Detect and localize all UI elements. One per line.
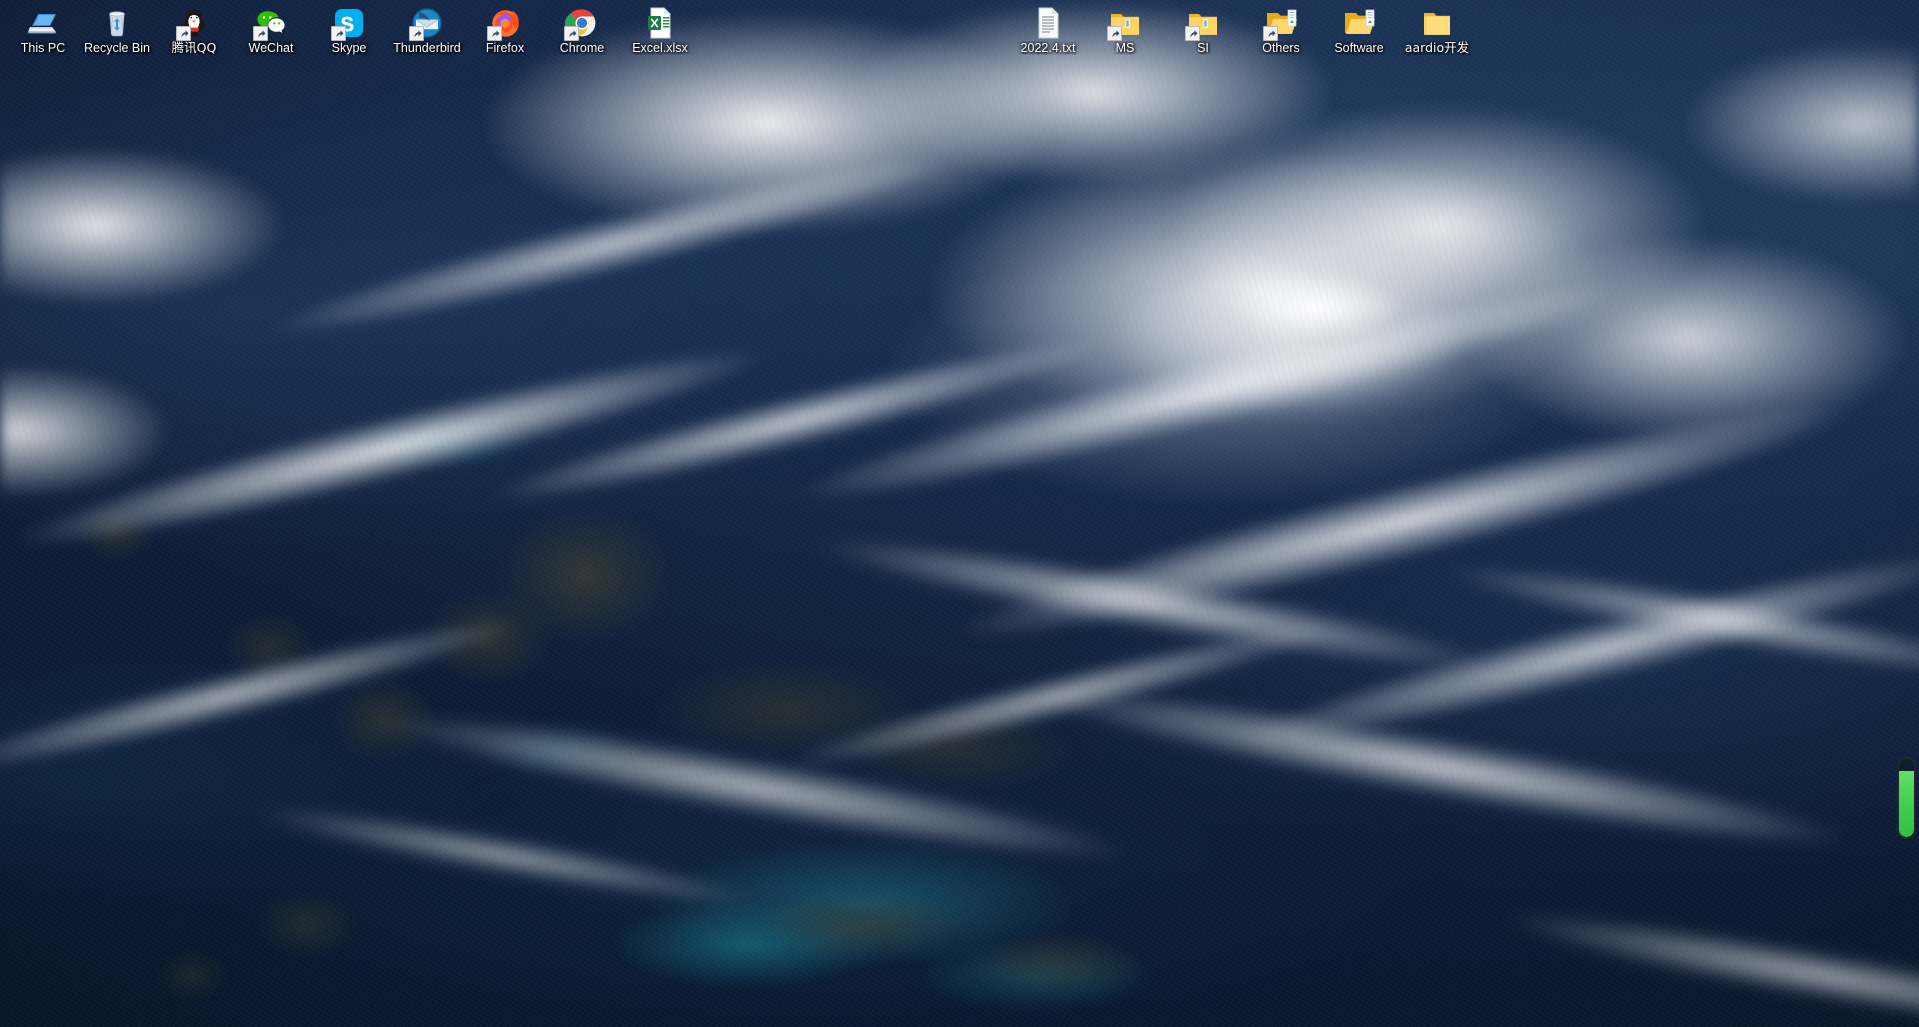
shortcut-arrow-icon: [331, 26, 346, 41]
text-file-icon: [1031, 6, 1065, 40]
desktop-icon-label: Thunderbird: [388, 41, 466, 55]
desktop-icon-aardio[interactable]: aardio开发: [1398, 4, 1476, 55]
shortcut-arrow-icon: [564, 26, 579, 41]
desktop-icon-chrome[interactable]: Chrome: [543, 4, 621, 55]
desktop-icon-label: WeChat: [232, 41, 310, 55]
excel-file-icon: [643, 6, 677, 40]
desktop-icon-label: Recycle Bin: [78, 41, 156, 55]
desktop-icon-ms[interactable]: MS: [1086, 4, 1164, 55]
folder-open-icon: [1342, 6, 1376, 40]
desktop-icon-label: Excel.xlsx: [621, 41, 699, 55]
thunderbird-icon: [410, 6, 444, 40]
shortcut-arrow-icon: [487, 26, 502, 41]
this-pc-icon: [26, 6, 60, 40]
desktop-icon-label: MS: [1086, 41, 1164, 55]
wechat-icon: [254, 6, 288, 40]
desktop-icon-qq[interactable]: 腾讯QQ: [155, 4, 233, 55]
desktop-icon-thunderbird[interactable]: Thunderbird: [388, 4, 466, 55]
desktop[interactable]: This PC Recycle Bin 腾讯QQ WeChat Skype Th…: [0, 0, 1919, 1027]
desktop-icon-label: Skype: [310, 41, 388, 55]
desktop-icon-label: aardio开发: [1398, 41, 1476, 55]
desktop-icon-software[interactable]: Software: [1320, 4, 1398, 55]
desktop-icon-label: 2022.4.txt: [1009, 41, 1087, 55]
desktop-icon-skype[interactable]: Skype: [310, 4, 388, 55]
volume-level-fill: [1899, 771, 1914, 837]
desktop-icon-firefox[interactable]: Firefox: [466, 4, 544, 55]
tencent-qq-icon: [177, 6, 211, 40]
desktop-icon-label: Chrome: [543, 41, 621, 55]
recycle-bin-icon: [100, 6, 134, 40]
desktop-icon-label: Firefox: [466, 41, 544, 55]
desktop-icon-label: Software: [1320, 41, 1398, 55]
chrome-icon: [565, 6, 599, 40]
skype-icon: [332, 6, 366, 40]
desktop-icon-wechat[interactable]: WeChat: [232, 4, 310, 55]
desktop-icon-label: This PC: [4, 41, 82, 55]
desktop-icon-label: 腾讯QQ: [155, 41, 233, 55]
shortcut-arrow-icon: [1263, 26, 1278, 41]
shortcut-arrow-icon: [176, 26, 191, 41]
shortcut-arrow-icon: [1185, 26, 1200, 41]
desktop-icon-this-pc[interactable]: This PC: [4, 4, 82, 55]
shortcut-arrow-icon: [1107, 26, 1122, 41]
shortcut-arrow-icon: [253, 26, 268, 41]
desktop-icon-label: Others: [1242, 41, 1320, 55]
desktop-icon-si[interactable]: SI: [1164, 4, 1242, 55]
shortcut-arrow-icon: [409, 26, 424, 41]
desktop-icon-2022-4-txt[interactable]: 2022.4.txt: [1009, 4, 1087, 55]
firefox-icon: [488, 6, 522, 40]
volume-level-indicator[interactable]: [1897, 757, 1916, 839]
desktop-icon-recycle-bin[interactable]: Recycle Bin: [78, 4, 156, 55]
desktop-icon-label: SI: [1164, 41, 1242, 55]
folder-plain-icon: [1420, 6, 1454, 40]
desktop-icon-others[interactable]: Others: [1242, 4, 1320, 55]
folder-icon: [1186, 6, 1220, 40]
wallpaper-vignette: [0, 0, 1919, 1027]
folder-icon: [1108, 6, 1142, 40]
folder-open-icon: [1264, 6, 1298, 40]
desktop-icon-excel-xlsx[interactable]: Excel.xlsx: [621, 4, 699, 55]
